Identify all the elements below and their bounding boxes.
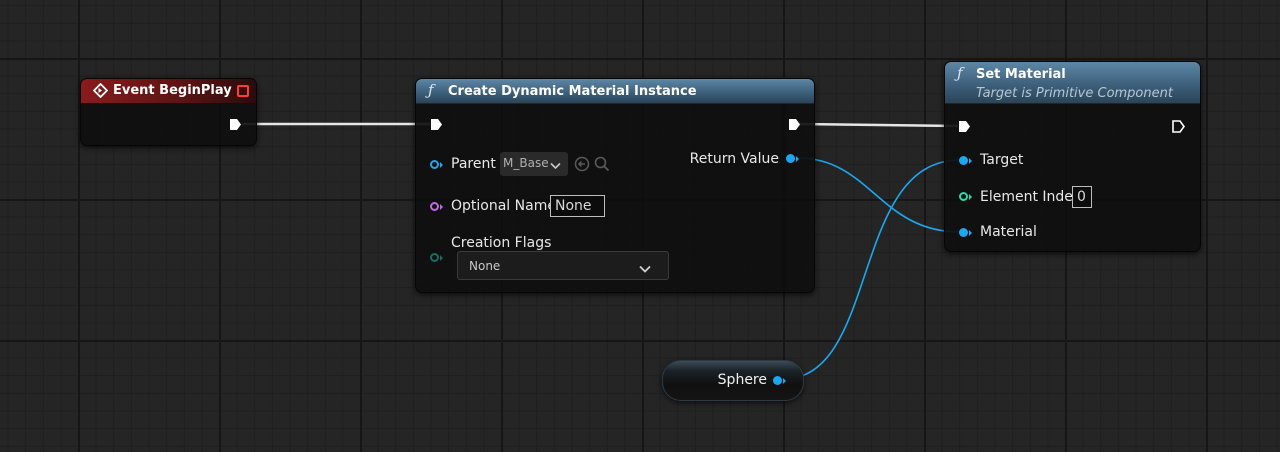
element-index-label: Element Index xyxy=(980,189,1081,205)
exec-output-pin[interactable] xyxy=(228,117,243,132)
creation-flags-input-pin[interactable] xyxy=(430,253,439,262)
parent-input-pin[interactable] xyxy=(430,160,439,169)
pin-arrow-icon xyxy=(969,158,972,164)
create-dmi-title: Create Dynamic Material Instance xyxy=(448,84,697,99)
function-icon: ƒ xyxy=(957,64,963,82)
parent-asset-value: M_Base xyxy=(503,156,549,170)
event-diamond-icon xyxy=(92,82,109,102)
material-label: Material xyxy=(980,224,1037,240)
pin-arrow-icon xyxy=(969,194,972,200)
exec-wire-create-to-setmaterial[interactable] xyxy=(798,122,959,128)
element-index-field[interactable]: 0 xyxy=(1072,186,1092,208)
creation-flags-dropdown[interactable]: None xyxy=(457,251,669,280)
pin-arrow-icon xyxy=(440,162,443,168)
pin-arrow-icon xyxy=(440,255,443,261)
element-index-input-pin[interactable] xyxy=(959,192,968,201)
event-begin-play-node[interactable]: Event BeginPlay xyxy=(80,78,257,146)
optional-name-input-pin[interactable] xyxy=(430,202,439,211)
sphere-output-pin[interactable] xyxy=(773,376,782,385)
material-input-pin[interactable] xyxy=(959,228,968,237)
pin-arrow-icon xyxy=(796,156,799,162)
target-label: Target xyxy=(980,152,1024,168)
event-begin-play-title: Event BeginPlay xyxy=(113,83,232,98)
set-material-subtitle: Target is Primitive Component xyxy=(976,86,1173,101)
create-dynamic-material-instance-node[interactable]: ƒ Create Dynamic Material Instance Paren… xyxy=(415,78,815,293)
exec-output-pin[interactable] xyxy=(787,117,802,132)
use-selected-asset-icon[interactable] xyxy=(574,156,590,176)
create-dmi-header[interactable]: ƒ Create Dynamic Material Instance xyxy=(416,79,814,104)
optional-name-label: Optional Name xyxy=(451,198,556,214)
set-material-title: Set Material xyxy=(976,67,1066,82)
return-value-label: Return Value xyxy=(689,151,779,167)
function-icon: ƒ xyxy=(428,81,434,99)
set-material-header[interactable]: ƒ Set Material Target is Primitive Compo… xyxy=(945,62,1200,104)
exec-input-pin[interactable] xyxy=(957,119,972,134)
browse-search-icon[interactable] xyxy=(594,156,610,176)
delegate-output-pin[interactable] xyxy=(237,85,249,97)
chevron-down-icon xyxy=(639,262,651,276)
pin-arrow-icon xyxy=(440,204,443,210)
exec-output-pin[interactable] xyxy=(1171,119,1186,134)
event-begin-play-header[interactable]: Event BeginPlay xyxy=(81,79,256,103)
chevron-down-icon xyxy=(550,159,561,173)
parent-asset-picker[interactable]: M_Base xyxy=(500,152,568,176)
wire-return-value-to-material[interactable] xyxy=(797,157,961,233)
target-input-pin[interactable] xyxy=(959,156,968,165)
blueprint-graph-canvas[interactable]: Event BeginPlay ƒ Create Dynamic Materia… xyxy=(0,0,1280,452)
pin-arrow-icon xyxy=(783,378,786,384)
optional-name-field[interactable]: None xyxy=(550,195,605,217)
creation-flags-label: Creation Flags xyxy=(451,235,552,251)
creation-flags-value: None xyxy=(469,259,501,273)
return-value-output-pin[interactable] xyxy=(786,154,795,163)
pin-arrow-icon xyxy=(969,230,972,236)
set-material-node[interactable]: ƒ Set Material Target is Primitive Compo… xyxy=(944,61,1201,252)
sphere-variable-node[interactable]: Sphere xyxy=(662,360,804,401)
sphere-variable-label: Sphere xyxy=(717,372,767,388)
parent-label: Parent xyxy=(451,156,496,172)
exec-input-pin[interactable] xyxy=(429,117,444,132)
